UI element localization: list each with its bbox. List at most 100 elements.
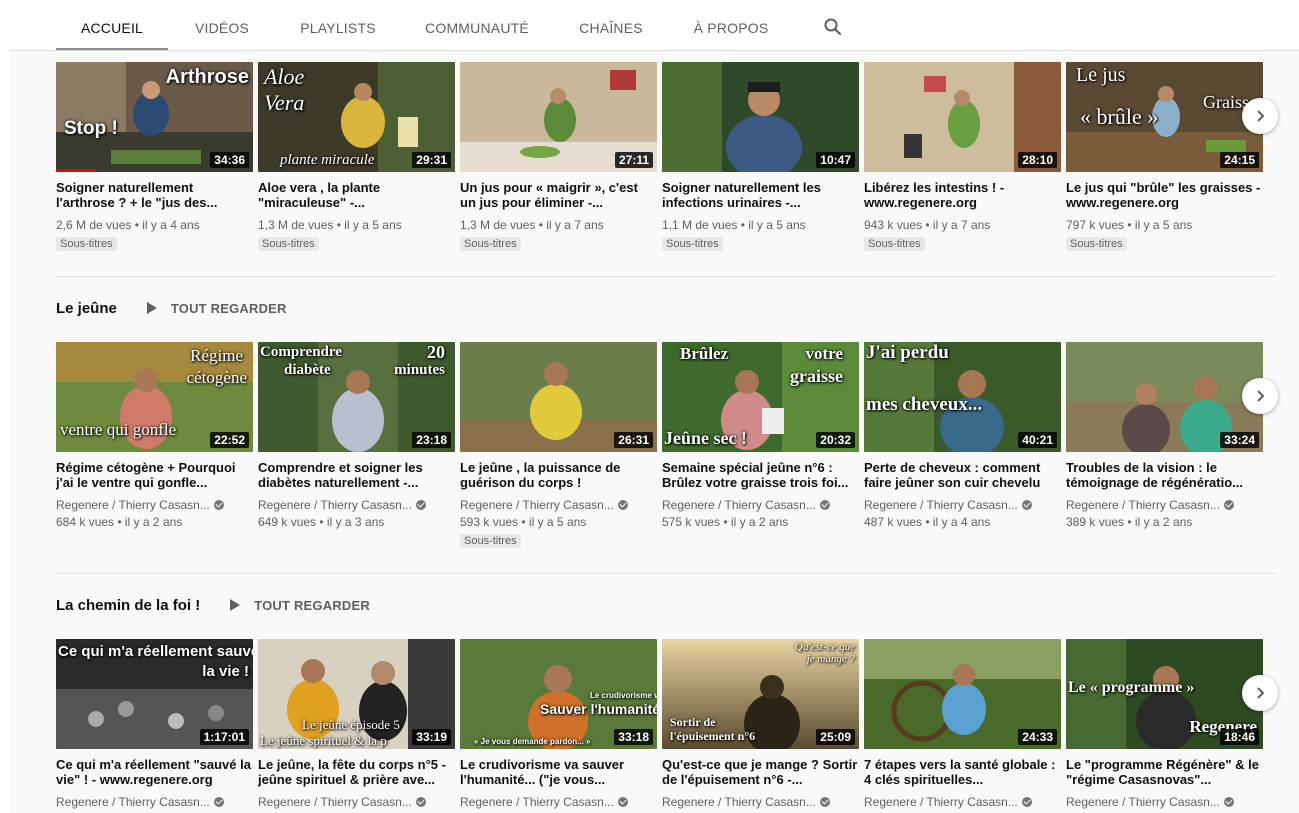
view-count: 649 k vues — [258, 515, 317, 529]
upload-age: il y a 2 ans — [730, 515, 789, 529]
video-title[interactable]: Le jus qui "brûle" les graisses - www.re… — [1066, 180, 1263, 210]
video-card[interactable]: Ce qui m'a réellement sauvé la vie ! 1:1… — [56, 639, 253, 811]
video-title[interactable]: Qu'est-ce que je mange ? Sortir de l'épu… — [662, 757, 859, 787]
video-thumbnail[interactable]: J'ai perdu mes cheveux... 40:21 — [864, 342, 1061, 452]
video-title[interactable]: Ce qui m'a réellement "sauvé la vie" ! -… — [56, 757, 253, 787]
video-title[interactable]: Soigner naturellement l'arthrose ? + le … — [56, 180, 253, 210]
video-card[interactable]: Le jeûne épisode 5 Le jeûne spirituel & … — [258, 639, 455, 811]
video-card[interactable]: Le « programme » Regenere 18:46 Le "prog… — [1066, 639, 1263, 811]
video-title[interactable]: Soigner naturellement les infections uri… — [662, 180, 859, 210]
channel-name[interactable]: Regenere / Thierry Casasn... — [864, 497, 1061, 514]
video-title[interactable]: Comprendre et soigner les diabètes natur… — [258, 460, 455, 490]
video-thumbnail[interactable]: 27:11 — [460, 62, 657, 172]
shelf-next-button[interactable] — [1242, 378, 1278, 414]
video-thumbnail[interactable]: Le jus Graiss « brûle » 24:15 — [1066, 62, 1263, 172]
channel-label: Regenere / Thierry Casasn... — [258, 795, 412, 809]
thumbnail-caption: Régime — [190, 346, 243, 365]
duration-badge: 10:47 — [816, 152, 855, 168]
video-title[interactable]: Perte de cheveux : comment faire jeûner … — [864, 460, 1061, 490]
tab-accueil[interactable]: ACCUEIL — [56, 0, 168, 50]
video-title[interactable]: Semaine spécial jeûne n°6 : Brûlez votre… — [662, 460, 859, 490]
video-card[interactable]: Le jus Graiss « brûle » 24:15 Le jus qui… — [1066, 62, 1263, 252]
video-card[interactable]: Arthrose Stop ! 34:36 Soigner naturellem… — [56, 62, 253, 252]
channel-name[interactable]: Regenere / Thierry Casasn... — [258, 794, 455, 811]
video-title[interactable]: Troubles de la vision : le témoignage de… — [1066, 460, 1263, 490]
video-card[interactable]: Comprendre 20 diabète minutes 23:18 Comp… — [258, 342, 455, 531]
shelf-header: La chemin de la foi ! TOUT REGARDER — [56, 595, 370, 615]
channel-name[interactable]: Regenere / Thierry Casasn... — [56, 794, 253, 811]
video-thumbnail[interactable]: Arthrose Stop ! 34:36 — [56, 62, 253, 172]
video-thumbnail[interactable]: 10:47 — [662, 62, 859, 172]
video-card[interactable]: 26:31 Le jeûne , la puissance de guériso… — [460, 342, 657, 549]
video-card[interactable]: Régime cétogène ventre qui gonfle 22:52 … — [56, 342, 253, 531]
video-title[interactable]: 7 étapes vers la santé globale : 4 clés … — [864, 757, 1061, 787]
duration-badge: 34:36 — [210, 152, 249, 168]
shelf-divider — [56, 573, 1276, 574]
video-card[interactable]: Le crudivorisme va Sauver l'humanité « J… — [460, 639, 657, 811]
video-card[interactable]: 33:24 Troubles de la vision : le témoign… — [1066, 342, 1263, 531]
video-thumbnail[interactable]: Régime cétogène ventre qui gonfle 22:52 — [56, 342, 253, 452]
video-title[interactable]: Aloe vera , la plante "miraculeuse" -... — [258, 180, 455, 210]
verified-check-icon — [1021, 500, 1032, 510]
video-title[interactable]: Le jeûne , la puissance de guérison du c… — [460, 460, 657, 490]
shelf-title[interactable]: Le jeûne — [56, 300, 117, 317]
video-card[interactable]: Brûlez votre graisse Jeûne sec ! 20:32 S… — [662, 342, 859, 531]
channel-name[interactable]: Regenere / Thierry Casasn... — [56, 497, 253, 514]
channel-name[interactable]: Regenere / Thierry Casasn... — [864, 794, 1061, 811]
channel-name[interactable]: Regenere / Thierry Casasn... — [460, 794, 657, 811]
video-thumbnail[interactable]: 33:24 — [1066, 342, 1263, 452]
channel-label: Regenere / Thierry Casasn... — [56, 795, 210, 809]
video-thumbnail[interactable]: Comprendre 20 diabète minutes 23:18 — [258, 342, 455, 452]
video-thumbnail[interactable]: Brûlez votre graisse Jeûne sec ! 20:32 — [662, 342, 859, 452]
video-thumbnail[interactable]: Le « programme » Regenere 18:46 — [1066, 639, 1263, 749]
shelf-next-button[interactable] — [1242, 675, 1278, 711]
video-card[interactable]: 10:47 Soigner naturellement les infectio… — [662, 62, 859, 252]
video-title[interactable]: Régime cétogène + Pourquoi j'ai le ventr… — [56, 460, 253, 490]
verified-check-icon — [213, 797, 224, 807]
video-card[interactable]: 27:11 Un jus pour « maigrir », c'est un … — [460, 62, 657, 252]
play-all-button[interactable]: TOUT REGARDER — [146, 301, 287, 316]
upload-age: il y a 4 ans — [142, 218, 200, 232]
tab-communaute[interactable]: COMMUNAUTÉ — [422, 0, 532, 50]
video-thumbnail[interactable]: Ce qui m'a réellement sauvé la vie ! 1:1… — [56, 639, 253, 749]
video-thumbnail[interactable]: 24:33 — [864, 639, 1061, 749]
search-icon[interactable] — [823, 17, 843, 37]
tab-playlists[interactable]: PLAYLISTS — [292, 0, 384, 50]
verified-check-icon — [1223, 500, 1234, 510]
video-title[interactable]: Libérez les intestins ! - www.regenere.o… — [864, 180, 1061, 210]
tab-chaines[interactable]: CHAÎNES — [572, 0, 650, 50]
duration-badge: 40:21 — [1018, 432, 1057, 448]
video-title[interactable]: Un jus pour « maigrir », c'est un jus po… — [460, 180, 657, 210]
tab-a-propos[interactable]: À PROPOS — [686, 0, 776, 50]
shelf-next-button[interactable] — [1242, 98, 1278, 134]
video-card[interactable]: Aloe Vera plante miracule 29:31 Aloe ver… — [258, 62, 455, 252]
channel-name[interactable]: Regenere / Thierry Casasn... — [662, 497, 859, 514]
channel-name[interactable]: Regenere / Thierry Casasn... — [258, 497, 455, 514]
channel-tab-bar: ACCUEIL VIDÉOS PLAYLISTS COMMUNAUTÉ CHAÎ… — [10, 0, 1299, 51]
video-card[interactable]: 28:10 Libérez les intestins ! - www.rege… — [864, 62, 1061, 252]
video-title[interactable]: Le "programme Régénère" & le "régime Cas… — [1066, 757, 1263, 787]
video-title[interactable]: Le crudivorisme va sauver l'humanité... … — [460, 757, 657, 787]
play-all-button[interactable]: TOUT REGARDER — [230, 598, 370, 613]
video-thumbnail[interactable]: Aloe Vera plante miracule 29:31 — [258, 62, 455, 172]
channel-label: Regenere / Thierry Casasn... — [864, 795, 1018, 809]
channel-name[interactable]: Regenere / Thierry Casasn... — [1066, 497, 1263, 514]
video-card[interactable]: J'ai perdu mes cheveux... 40:21 Perte de… — [864, 342, 1061, 531]
video-thumbnail[interactable]: 26:31 — [460, 342, 657, 452]
channel-name[interactable]: Regenere / Thierry Casasn... — [460, 497, 657, 514]
video-title[interactable]: Le jeûne, la fête du corps n°5 - jeûne s… — [258, 757, 455, 787]
subtitles-badge: Sous-titres — [258, 237, 319, 251]
video-thumbnail[interactable]: 28:10 — [864, 62, 1061, 172]
channel-name[interactable]: Regenere / Thierry Casasn... — [662, 794, 859, 811]
duration-badge: 22:52 — [210, 432, 249, 448]
tab-videos[interactable]: VIDÉOS — [182, 0, 262, 50]
video-card[interactable]: Qu'est-ce que je mange ? Sortir de l'épu… — [662, 639, 859, 811]
view-count: 1,1 M de vues — [662, 218, 738, 232]
verified-check-icon — [617, 797, 628, 807]
channel-name[interactable]: Regenere / Thierry Casasn... — [1066, 794, 1263, 811]
video-thumbnail[interactable]: Le jeûne épisode 5 Le jeûne spirituel & … — [258, 639, 455, 749]
video-thumbnail[interactable]: Le crudivorisme va Sauver l'humanité « J… — [460, 639, 657, 749]
video-card[interactable]: 24:33 7 étapes vers la santé globale : 4… — [864, 639, 1061, 811]
video-thumbnail[interactable]: Qu'est-ce que je mange ? Sortir de l'épu… — [662, 639, 859, 749]
shelf-title[interactable]: La chemin de la foi ! — [56, 597, 200, 614]
